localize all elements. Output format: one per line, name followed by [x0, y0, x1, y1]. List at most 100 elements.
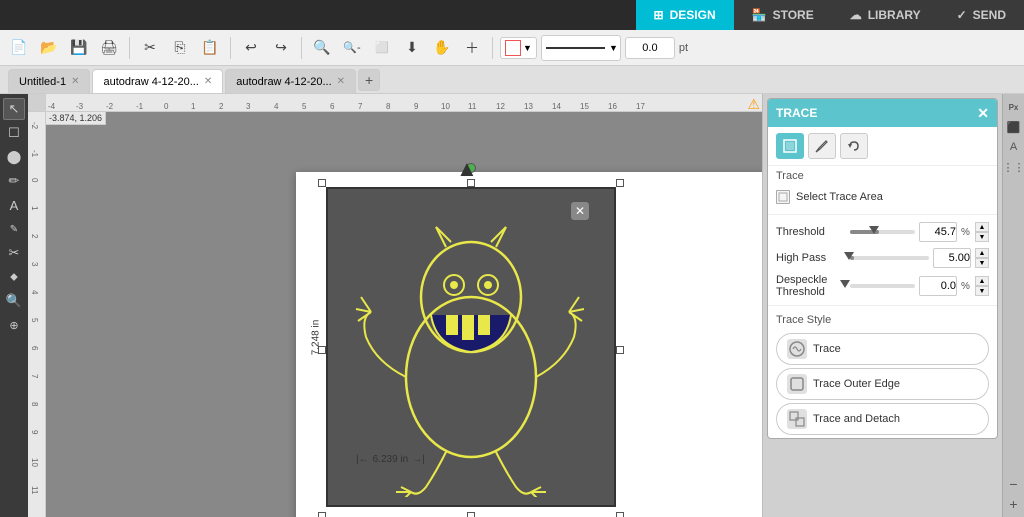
rect-tool[interactable]: ☐	[3, 122, 25, 144]
pixels-icon[interactable]: Px	[1005, 98, 1023, 116]
zoom-tool[interactable]: 🔍	[3, 290, 25, 312]
zoom-plus-icon[interactable]: +	[1005, 495, 1023, 513]
high-pass-label: High Pass	[776, 252, 846, 264]
tab-send[interactable]: ✓ SEND	[939, 0, 1024, 30]
trace-panel: TRACE ✕ Trace	[767, 98, 998, 439]
threshold-up[interactable]: ▲	[975, 222, 989, 232]
despeckle-down[interactable]: ▼	[975, 286, 989, 296]
high-pass-spinner: ▲ ▼	[975, 248, 989, 268]
despeckle-input[interactable]	[919, 276, 957, 296]
doc-tab-autodraw2[interactable]: autodraw 4-12-20... ✕	[225, 69, 356, 93]
high-pass-slider[interactable]	[850, 251, 929, 265]
ellipse-tool[interactable]: ⬤	[3, 146, 25, 168]
text-tool[interactable]: A	[3, 194, 25, 216]
line-width-input[interactable]	[625, 37, 675, 59]
nav-tab-group: ⊞ DESIGN 🏪 STORE ☁ LIBRARY ✓ SEND	[636, 0, 1024, 30]
dimension-h-label: |←6.239 in→|	[356, 454, 425, 465]
undo-btn[interactable]: ↩	[238, 35, 264, 61]
doc-tab-untitled[interactable]: Untitled-1 ✕	[8, 69, 90, 93]
high-pass-down[interactable]: ▼	[975, 258, 989, 268]
ruler-v-tick: 1	[30, 206, 39, 210]
trace-close-btn[interactable]: ✕	[977, 105, 989, 122]
unit-label: pt	[679, 42, 688, 54]
threshold-slider[interactable]	[850, 225, 915, 239]
trace-outer-edge-button[interactable]: Trace Outer Edge	[776, 368, 989, 400]
zoom-in-btn[interactable]: 🔍	[309, 35, 335, 61]
ruler-v-tick: 7	[30, 374, 39, 378]
new-btn[interactable]: 📄	[6, 35, 32, 61]
paste-btn[interactable]: 📋	[197, 35, 223, 61]
select-tool[interactable]: ↖	[3, 98, 25, 120]
save-btn[interactable]: 💾	[66, 35, 92, 61]
high-pass-up[interactable]: ▲	[975, 248, 989, 258]
add-btn[interactable]: ＋	[459, 35, 485, 61]
select-trace-area-checkbox[interactable]	[776, 190, 790, 204]
text-icon[interactable]: A	[1005, 138, 1023, 156]
scissors-tool[interactable]: ✂	[3, 242, 25, 264]
ruler-v-tick: 4	[30, 290, 39, 294]
high-pass-input[interactable]	[933, 248, 971, 268]
ruler-v-tick: 8	[30, 402, 39, 406]
divider1	[768, 214, 997, 215]
node-tool[interactable]: ✎	[3, 218, 25, 240]
ruler-tick: 7	[358, 102, 362, 111]
tab-design[interactable]: ⊞ DESIGN	[636, 0, 734, 30]
main-layout: ↖ ☐ ⬤ ✏ A ✎ ✂ ⬥ 🔍 ⊕ -4 -3 -2 -1 0 1 2 3 …	[0, 94, 1024, 517]
move-down-btn[interactable]: ⬇	[399, 35, 425, 61]
despeckle-label: DespeckleThreshold	[776, 274, 846, 298]
zoom-minus-icon[interactable]: −	[1005, 475, 1023, 493]
copy-btn[interactable]: ⎘	[167, 35, 193, 61]
main-canvas[interactable]: -3.874, 1.206	[46, 112, 762, 517]
zoom-fit-btn[interactable]: ⬜	[369, 35, 395, 61]
despeckle-unit: %	[961, 281, 971, 292]
ruler-v-tick: 6	[30, 346, 39, 350]
more-icon[interactable]: ⋮⋮	[1005, 158, 1023, 176]
close-tab-untitled[interactable]: ✕	[71, 76, 79, 87]
ruler-tick: 8	[386, 102, 390, 111]
redo-btn[interactable]: ↪	[268, 35, 294, 61]
trace-tool-undo[interactable]	[840, 133, 868, 159]
ruler-v-tick: 10	[30, 458, 39, 467]
ruler-tick: 17	[636, 102, 645, 111]
trace-tool-select[interactable]	[776, 133, 804, 159]
trace-detach-button[interactable]: Trace and Detach	[776, 403, 989, 435]
pan-btn[interactable]: ✋	[429, 35, 455, 61]
threshold-input[interactable]	[919, 222, 957, 242]
tab-store[interactable]: 🏪 STORE	[734, 0, 832, 30]
trace-button[interactable]: Trace	[776, 333, 989, 365]
tab-library[interactable]: ☁ LIBRARY	[832, 0, 939, 30]
print-btn[interactable]: 🖨	[96, 35, 122, 61]
ruler-v-tick: 5	[30, 318, 39, 322]
measure-tool[interactable]: ⊕	[3, 314, 25, 336]
trace-section-label: Trace	[768, 166, 997, 184]
despeckle-slider[interactable]	[850, 279, 915, 293]
ruler-tick: -2	[106, 102, 113, 111]
threshold-row: Threshold % ▲ ▼	[768, 219, 997, 245]
shape-selector[interactable]: ▼	[500, 37, 537, 59]
move-up-arrow: ▲	[456, 156, 478, 182]
trace-tool-edit[interactable]	[808, 133, 836, 159]
close-tab-autodraw1[interactable]: ✕	[204, 76, 212, 87]
doc-tab-label: autodraw 4-12-20...	[236, 76, 331, 88]
ruler-tick: -1	[136, 102, 143, 111]
ruler-v-tick: 0	[30, 178, 39, 182]
close-tab-autodraw2[interactable]: ✕	[337, 76, 345, 87]
threshold-down[interactable]: ▼	[975, 232, 989, 242]
fill-tool[interactable]: ⬥	[3, 266, 25, 288]
despeckle-up[interactable]: ▲	[975, 276, 989, 286]
chevron-down-icon: ▼	[523, 43, 532, 53]
doc-tab-autodraw1[interactable]: autodraw 4-12-20... ✕	[92, 69, 223, 93]
sep4	[492, 37, 493, 59]
cut-btn[interactable]: ✂	[137, 35, 163, 61]
doc-tab-label: autodraw 4-12-20...	[103, 76, 198, 88]
store-label: STORE	[773, 8, 814, 22]
add-doc-tab[interactable]: +	[358, 69, 380, 91]
dimension-v-label: 7.248 in	[310, 320, 321, 356]
zoom-out-btn[interactable]: 🔍-	[339, 35, 365, 61]
line-style-selector[interactable]: ▼	[541, 35, 621, 61]
pen-tool[interactable]: ✏	[3, 170, 25, 192]
open-btn[interactable]: 📂	[36, 35, 62, 61]
layers-icon[interactable]: ⬛	[1005, 118, 1023, 136]
ruler-tick: 15	[580, 102, 589, 111]
sep1	[129, 37, 130, 59]
